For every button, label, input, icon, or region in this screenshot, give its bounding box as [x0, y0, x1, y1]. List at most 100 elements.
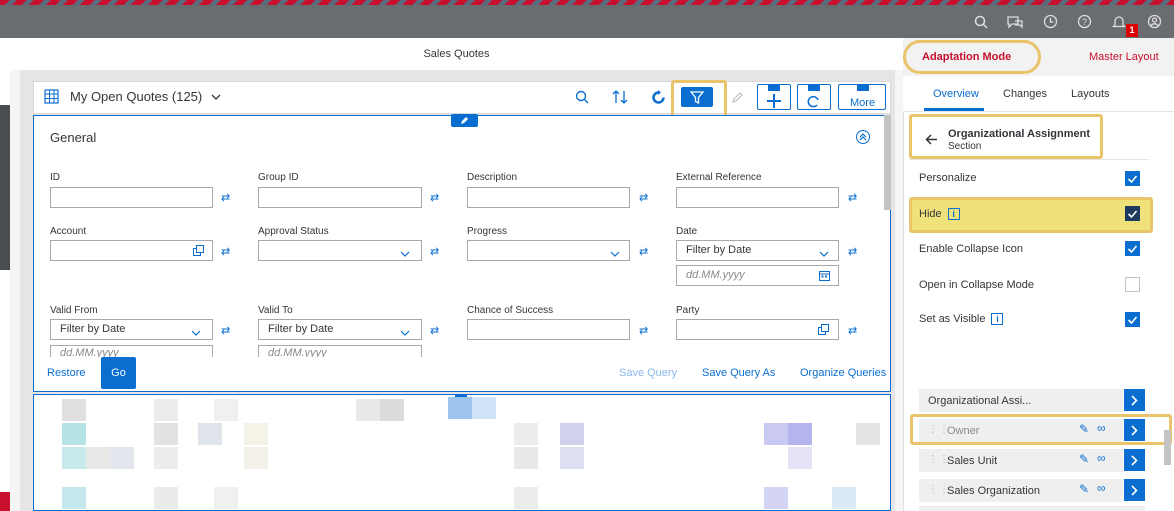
date-filter-select[interactable]: Filter by Date: [676, 240, 839, 261]
field-label-valid-to: Valid To: [258, 305, 293, 316]
tab-changes[interactable]: Changes: [1003, 88, 1047, 100]
value-help-icon[interactable]: ⇄: [848, 324, 857, 337]
edit-section-tag[interactable]: [451, 114, 478, 127]
chance-of-success-input[interactable]: [467, 319, 630, 340]
prop-personalize-label: Personalize: [919, 172, 977, 184]
help-icon[interactable]: ?: [1073, 5, 1095, 38]
add-field-button[interactable]: [757, 84, 791, 110]
valid-from-date-input[interactable]: dd.MM.yyyy: [50, 345, 213, 357]
left-gutter-dark: [0, 105, 10, 270]
filter-scrollbar[interactable]: [884, 115, 891, 210]
back-arrow-icon[interactable]: [925, 134, 938, 148]
edit-icon[interactable]: ✎: [1079, 482, 1089, 496]
chevron-right-icon[interactable]: [1124, 449, 1145, 471]
history-icon[interactable]: [1039, 5, 1061, 38]
page-title: Sales Quotes: [10, 38, 903, 70]
open-collapse-checkbox[interactable]: [1125, 277, 1140, 292]
sort-icon[interactable]: [605, 84, 635, 110]
valid-from-select[interactable]: Filter by Date: [50, 319, 213, 340]
more-label: More: [850, 97, 876, 109]
set-visible-label-text: Set as Visible: [919, 313, 986, 325]
user-icon[interactable]: [1143, 5, 1165, 38]
refresh-icon[interactable]: [643, 84, 673, 110]
organize-queries-link[interactable]: Organize Queries: [800, 367, 886, 379]
valid-to-date-input[interactable]: dd.MM.yyyy: [258, 345, 422, 357]
filter-button[interactable]: [681, 87, 713, 107]
edit-tag-icon: [768, 85, 780, 91]
glasses-icon[interactable]: ∞: [1097, 451, 1106, 465]
open-dialog-icon[interactable]: [818, 324, 829, 338]
value-help-icon[interactable]: ⇄: [221, 324, 230, 337]
field-label-account: Account: [50, 226, 87, 237]
results-table: [33, 394, 891, 511]
party-input[interactable]: [676, 319, 839, 340]
pencil-icon[interactable]: [722, 84, 752, 110]
account-input[interactable]: [50, 240, 213, 261]
drag-handle-icon[interactable]: ⋮⋮: [928, 454, 950, 465]
value-help-icon[interactable]: ⇄: [639, 191, 648, 204]
panel-scrollbar[interactable]: [1164, 430, 1171, 465]
group-id-input[interactable]: [258, 187, 422, 208]
chat-icon[interactable]: [1004, 5, 1026, 38]
collapse-icon[interactable]: [856, 130, 870, 144]
tab-overview[interactable]: Overview: [933, 88, 979, 100]
chevron-down-icon[interactable]: [211, 92, 221, 104]
value-help-icon[interactable]: ⇄: [221, 191, 230, 204]
personalize-checkbox[interactable]: [1125, 171, 1140, 186]
info-icon[interactable]: i: [991, 313, 1004, 325]
variant-selector-label[interactable]: My Open Quotes (125): [70, 89, 202, 104]
restore-link[interactable]: Restore: [47, 367, 86, 379]
valid-to-select[interactable]: Filter by Date: [258, 319, 422, 340]
drag-handle-icon[interactable]: ⋮⋮: [928, 484, 950, 495]
progress-select[interactable]: [467, 240, 630, 261]
external-reference-input[interactable]: [676, 187, 839, 208]
tab-layouts[interactable]: Layouts: [1071, 88, 1110, 100]
more-button[interactable]: More: [838, 84, 886, 110]
value-help-icon[interactable]: ⇄: [848, 191, 857, 204]
go-button[interactable]: Go: [101, 357, 136, 389]
section-header-subtitle: Section: [948, 141, 982, 152]
prop-open-collapse-label: Open in Collapse Mode: [919, 279, 1034, 291]
master-layout-tab[interactable]: Master Layout: [1089, 51, 1159, 63]
date-input[interactable]: dd.MM.yyyy: [676, 265, 839, 286]
chevron-down-icon: [819, 248, 829, 260]
save-query-as-link[interactable]: Save Query As: [702, 367, 775, 379]
value-help-icon[interactable]: ⇄: [430, 324, 439, 337]
calendar-icon[interactable]: [819, 270, 830, 284]
chevron-right-icon[interactable]: [1124, 389, 1145, 411]
section-item-partial: [919, 506, 1145, 511]
description-input[interactable]: [467, 187, 630, 208]
refresh-icon: [807, 95, 819, 108]
open-dialog-icon[interactable]: [193, 245, 204, 259]
section-item-label: Sales Organization: [947, 484, 1040, 497]
section-item-label: Sales Unit: [947, 454, 998, 467]
approval-status-select[interactable]: [258, 240, 422, 261]
prop-enable-collapse-label: Enable Collapse Icon: [919, 243, 1023, 255]
id-input[interactable]: [50, 187, 213, 208]
search-icon[interactable]: [567, 84, 597, 110]
value-help-icon[interactable]: ⇄: [221, 245, 230, 258]
section-header-title: Organizational Assignment: [948, 128, 1091, 140]
edit-icon[interactable]: ✎: [1079, 452, 1089, 466]
value-help-icon[interactable]: ⇄: [639, 245, 648, 258]
value-help-icon[interactable]: ⇄: [430, 191, 439, 204]
hide-checkbox[interactable]: [1125, 206, 1140, 221]
prop-set-visible-label: Set as Visible i: [919, 313, 1004, 325]
glasses-icon[interactable]: ∞: [1097, 481, 1106, 495]
search-icon[interactable]: [970, 5, 992, 38]
set-visible-checkbox[interactable]: [1125, 312, 1140, 327]
section-item-label: Organizational Assi...: [928, 394, 1032, 407]
info-icon[interactable]: i: [947, 208, 960, 220]
divider: [909, 159, 1149, 160]
save-query-link[interactable]: Save Query: [619, 367, 677, 379]
section-item-org-assignment[interactable]: Organizational Assi...: [919, 389, 1123, 412]
plus-icon: [767, 94, 781, 108]
value-help-icon[interactable]: ⇄: [848, 245, 857, 258]
chevron-right-icon[interactable]: [1124, 479, 1145, 501]
value-help-icon[interactable]: ⇄: [430, 245, 439, 258]
enable-collapse-checkbox[interactable]: [1125, 241, 1140, 256]
value-help-icon[interactable]: ⇄: [639, 324, 648, 337]
adaptation-mode-tab[interactable]: Adaptation Mode: [922, 51, 1011, 63]
layout-button[interactable]: [797, 84, 831, 110]
edit-tag-icon: [857, 85, 869, 91]
